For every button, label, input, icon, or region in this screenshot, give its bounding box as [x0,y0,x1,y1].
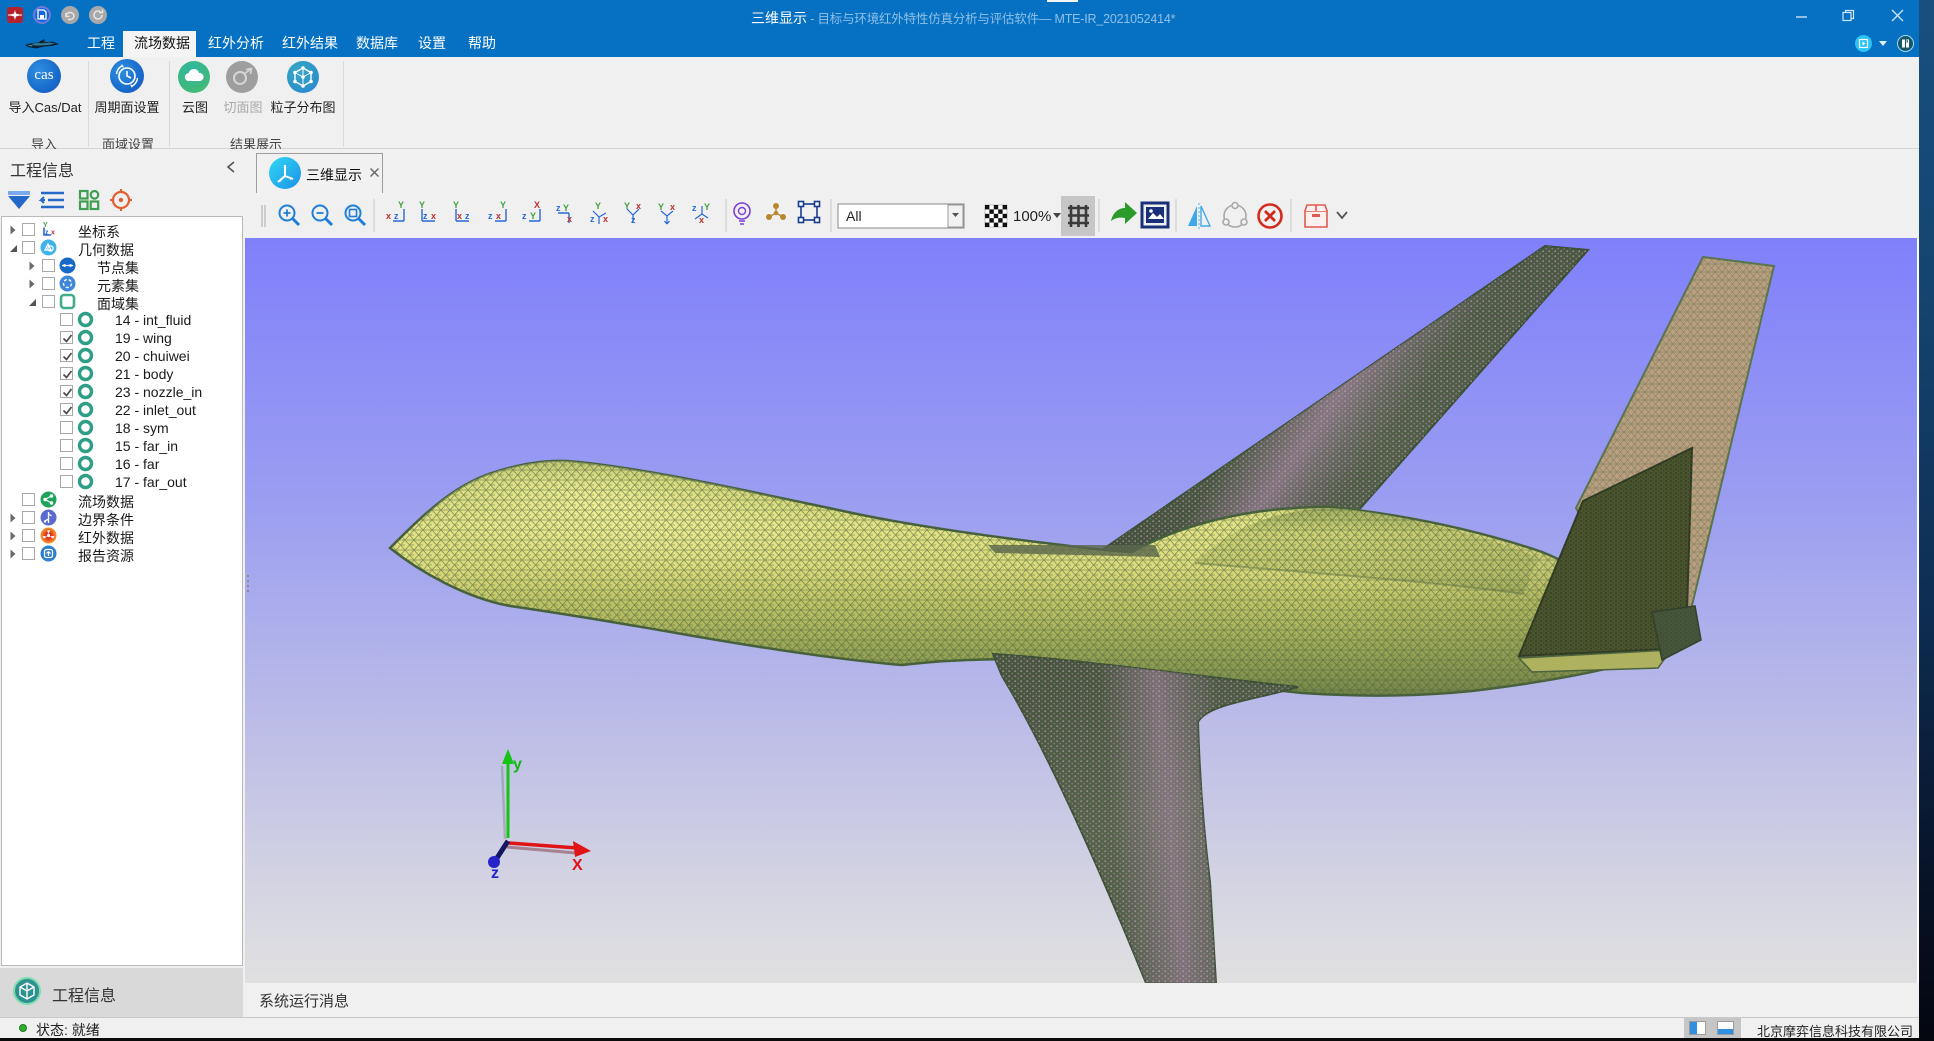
svg-text:Y: Y [595,201,601,211]
svg-text:x: x [386,211,391,221]
svg-text:z: z [491,865,499,882]
svg-text:z: z [692,203,697,213]
svg-text:z: z [488,211,493,221]
svg-text:100%: 100% [1013,208,1051,225]
svg-text:Y: Y [419,200,425,210]
svg-text:x: x [603,214,608,224]
svg-text:x: x [567,214,572,224]
svg-text:X: X [572,857,583,874]
svg-text:z: z [45,230,49,237]
svg-text:Y: Y [500,200,506,210]
svg-text:z: z [590,214,595,224]
svg-text:x: x [636,201,641,211]
svg-text:Y: Y [563,203,569,213]
svg-text:Y: Y [453,200,459,210]
svg-text:z: z [556,203,561,213]
svg-text:X: X [534,200,540,210]
svg-text:z: z [522,211,527,221]
svg-text:Y: Y [530,211,536,221]
svg-text:x: x [496,211,501,221]
svg-text:z: z [423,211,428,221]
svg-text:z: z [465,211,470,221]
svg-text:z: z [631,215,636,225]
svg-text:y: y [513,756,522,773]
svg-text:x: x [699,215,704,225]
svg-text:x: x [431,211,436,221]
svg-text:Y: Y [398,200,404,210]
svg-text:Y: Y [624,201,630,211]
svg-text:x: x [457,211,462,221]
svg-text:x: x [51,230,55,237]
svg-text:All: All [846,208,862,224]
svg-text:x: x [670,202,675,212]
svg-text:Y: Y [658,202,664,212]
svg-text:z: z [394,211,399,221]
svg-text:Y: Y [704,202,710,212]
